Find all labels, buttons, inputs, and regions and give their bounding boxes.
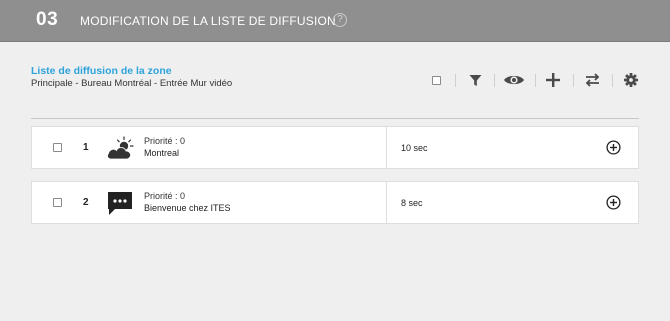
plus-icon [546, 73, 560, 87]
add-circle-icon[interactable] [606, 195, 621, 210]
toolbar-divider [573, 74, 574, 87]
row-checkbox[interactable] [53, 143, 62, 152]
list-toolbar [0, 70, 670, 90]
list-item[interactable]: 2 Priorité : 0 Bienvenue chez ITES 8 sec [31, 181, 639, 224]
row-divider [386, 127, 387, 168]
page-header: 03 MODIFICATION DE LA LISTE DE DIFFUSION… [0, 0, 670, 42]
row-number: 2 [83, 197, 89, 208]
row-checkbox[interactable] [53, 198, 62, 207]
row-number: 1 [83, 142, 89, 153]
toolbar-divider [494, 74, 495, 87]
gear-icon [624, 73, 638, 87]
swap-arrows-icon [585, 73, 599, 87]
preview-button[interactable] [502, 70, 526, 90]
select-all-checkbox[interactable] [428, 70, 444, 90]
toolbar-divider [612, 74, 613, 87]
toolbar-divider [455, 74, 456, 87]
row-priority: Priorité : 0 [144, 136, 186, 146]
list-item[interactable]: 1 Priorité : 0 Montreal 10 sec [31, 126, 639, 169]
row-name: Bienvenue chez ITES [144, 203, 231, 213]
checkbox[interactable] [431, 75, 441, 85]
message-bubble-icon [108, 192, 132, 215]
row-name: Montreal [144, 148, 180, 158]
filter-icon [469, 74, 481, 86]
row-duration: 8 sec [401, 198, 423, 208]
add-circle-icon[interactable] [606, 140, 621, 155]
step-number: 03 [36, 9, 59, 30]
row-divider [386, 182, 387, 223]
row-duration: 10 sec [401, 143, 428, 153]
reorder-button[interactable] [583, 70, 601, 90]
eye-icon [504, 75, 524, 85]
row-priority: Priorité : 0 [144, 191, 186, 201]
add-item-button[interactable] [544, 70, 562, 90]
help-icon[interactable]: ? [333, 13, 347, 27]
filter-button[interactable] [466, 70, 484, 90]
weather-cloud-sun-icon [107, 136, 134, 160]
list-divider [31, 118, 639, 119]
settings-button[interactable] [622, 70, 640, 90]
page-title: MODIFICATION DE LA LISTE DE DIFFUSION [80, 14, 336, 28]
toolbar-divider [535, 74, 536, 87]
